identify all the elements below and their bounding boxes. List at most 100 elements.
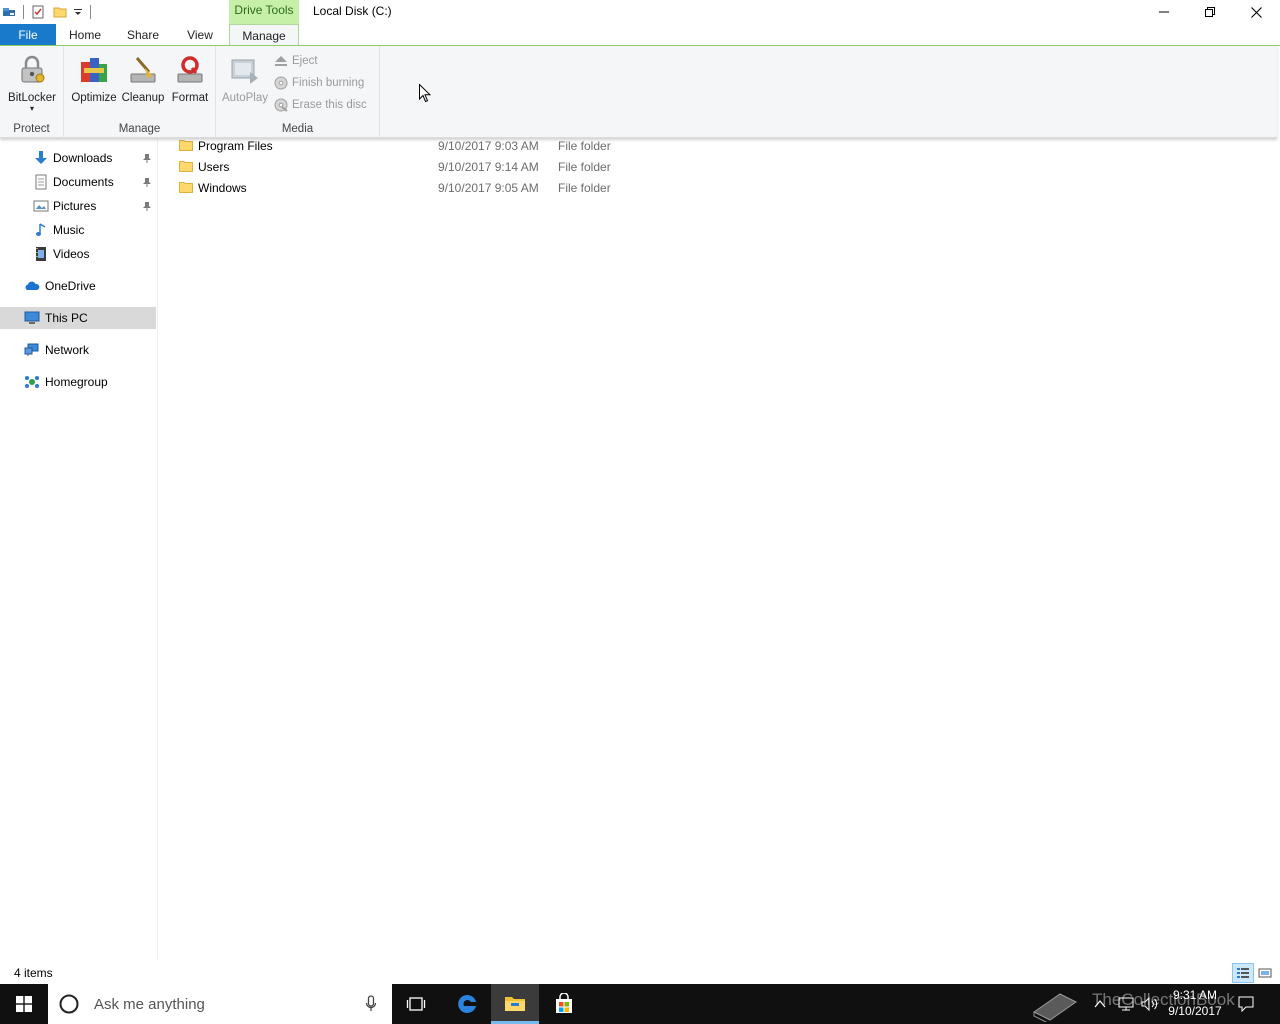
homegroup-icon [24,374,40,390]
nav-item-downloads[interactable]: Downloads [0,147,156,169]
finish-burning-label: Finish burning [292,77,365,89]
autoplay-button[interactable]: AutoPlay [221,52,269,104]
protect-group-label: Protect [13,123,50,135]
disc-icon [274,76,288,90]
ribbon-manage-panel: BitLocker ▾ Protect Optimize Cleanup For… [0,46,1277,138]
close-icon [1250,6,1262,18]
qat-separator [90,5,91,19]
task-view-button[interactable] [392,984,440,1024]
cleanup-label: Cleanup [121,92,165,104]
nav-item-music[interactable]: Music [0,219,156,241]
tab-share[interactable]: Share [121,24,165,46]
action-center-button[interactable] [1238,984,1254,1024]
explorer-app-icon[interactable] [2,5,16,19]
documents-icon [33,174,49,190]
erase-disc-icon [274,98,288,112]
pin-icon[interactable] [142,152,152,166]
new-folder-icon[interactable] [53,5,67,19]
windows-logo-icon [16,996,32,1012]
downloads-icon [33,150,49,166]
bitlocker-button[interactable]: BitLocker ▾ [4,52,60,113]
eject-button[interactable]: Eject [274,51,318,71]
eject-label: Eject [292,55,318,67]
details-view-button[interactable] [1232,963,1254,983]
nav-item-onedrive[interactable]: OneDrive [0,275,156,297]
file-name: Program Files [198,139,273,153]
format-icon [177,56,203,83]
file-date: 9/10/2017 9:03 AM [438,139,539,153]
file-type: File folder [558,181,611,195]
pin-icon[interactable] [142,176,152,190]
customize-qat-icon[interactable] [73,7,83,17]
bitlocker-icon [21,55,45,83]
tab-home[interactable]: Home [63,24,107,46]
optimize-icon [81,58,107,82]
clock-date: 9/10/2017 [1168,1004,1222,1018]
edge-icon [458,994,476,1013]
file-date: 9/10/2017 9:05 AM [438,181,539,195]
large-icons-view-icon [1258,968,1272,978]
status-bar: 4 items [0,962,1280,984]
network-tray-icon [1118,997,1134,1011]
start-button[interactable] [0,984,48,1024]
tab-view[interactable]: View [180,24,220,46]
title-bar: Drive Tools Local Disk (C:) [0,0,1280,24]
item-count: 4 items [14,966,53,980]
format-label: Format [171,92,209,104]
file-name: Users [198,160,230,174]
pictures-icon [33,198,49,214]
nav-item-pictures[interactable]: Pictures [0,195,156,217]
file-explorer-icon [505,996,525,1011]
file-row[interactable]: Program Files 9/10/2017 9:03 AM File fol… [159,136,619,156]
nav-item-documents[interactable]: Documents [0,171,156,193]
nav-item-videos[interactable]: Videos [0,243,156,265]
file-row[interactable]: Users 9/10/2017 9:14 AM File folder [159,157,619,177]
protect-group: BitLocker ▾ Protect [0,46,64,138]
media-group-label: Media [281,123,314,135]
format-button[interactable]: Format [168,52,212,104]
microphone-icon[interactable] [365,995,377,1013]
autoplay-icon [231,59,258,84]
show-hidden-icons-button[interactable] [1094,984,1106,1024]
taskbar: Ask me anything TheCollectionBook 9:31 A… [0,984,1280,1024]
eject-icon [275,56,287,66]
nav-label: Homegroup [45,375,108,389]
erase-disc-button[interactable]: Erase this disc [274,95,367,115]
large-icons-view-button[interactable] [1254,963,1276,983]
manage-group-label: Manage [118,123,161,135]
videos-icon [33,246,49,262]
store-taskbar-button[interactable] [540,984,588,1024]
tab-file[interactable]: File [0,24,56,46]
tab-manage[interactable]: Manage [229,24,299,47]
nav-label: This PC [45,311,88,325]
volume-tray-button[interactable] [1141,984,1159,1024]
nav-label: OneDrive [45,279,96,293]
cortana-search-box[interactable]: Ask me anything [48,984,392,1024]
nav-label: Videos [53,247,90,261]
minimize-icon [1159,11,1169,13]
nav-item-network[interactable]: Network [0,339,156,361]
cleanup-button[interactable]: Cleanup [120,52,166,104]
edge-taskbar-button[interactable] [443,984,491,1024]
network-icon [24,342,40,358]
manage-group: Optimize Cleanup Format Manage [64,46,216,138]
file-explorer-taskbar-button[interactable] [491,984,539,1024]
nav-item-this-pc[interactable]: This PC [0,307,156,329]
nav-item-homegroup[interactable]: Homegroup [0,371,156,393]
finish-burning-button[interactable]: Finish burning [274,73,364,93]
close-button[interactable] [1233,0,1279,24]
chevron-up-icon [1094,1000,1106,1008]
file-row[interactable]: Windows 9/10/2017 9:05 AM File folder [159,178,619,198]
store-icon [556,993,572,1013]
restore-button[interactable] [1187,0,1233,24]
minimize-button[interactable] [1141,0,1187,24]
pin-icon[interactable] [142,200,152,214]
network-tray-button[interactable] [1118,984,1134,1024]
properties-icon[interactable] [31,5,45,19]
optimize-button[interactable]: Optimize [69,52,119,104]
ribbon-tab-row: File Home Share View Manage ? [0,24,1280,66]
taskbar-clock[interactable]: 9:31 AM 9/10/2017 [1160,987,1230,1019]
file-name: Windows [198,181,247,195]
cortana-icon [59,994,79,1014]
drive-tools-header: Drive Tools [229,0,299,24]
